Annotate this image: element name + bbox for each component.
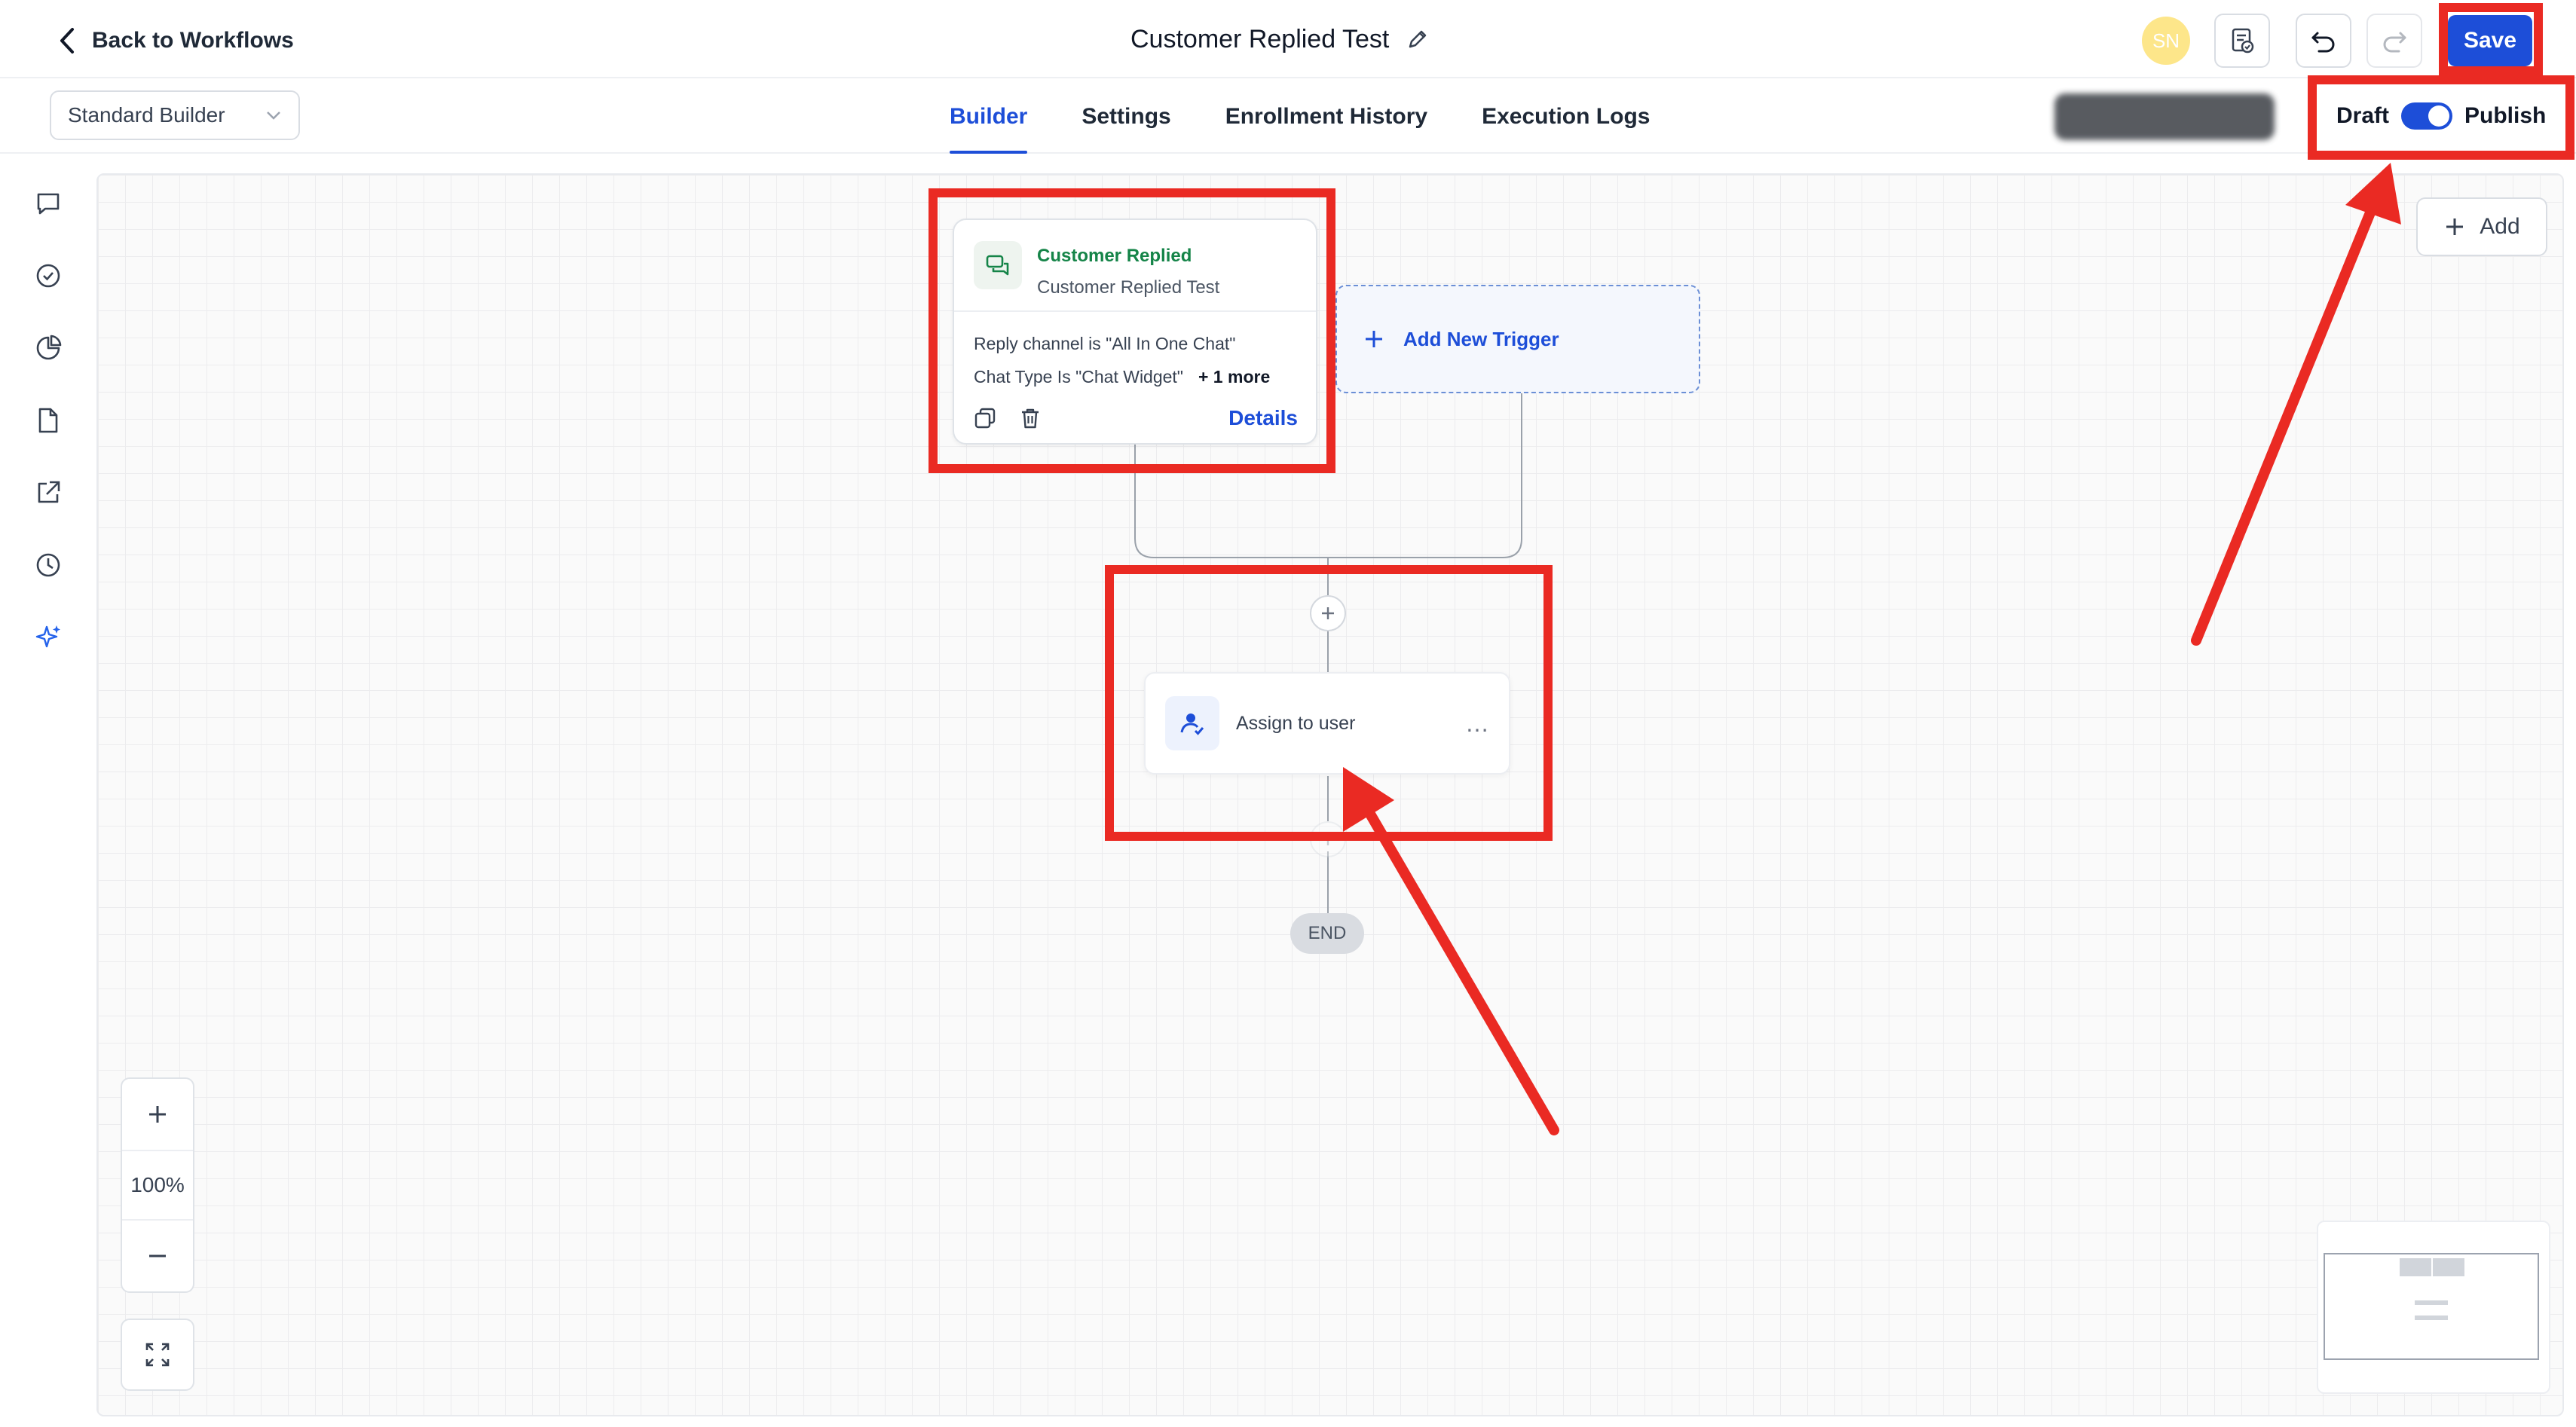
annotation-arrows — [1343, 163, 2401, 1135]
